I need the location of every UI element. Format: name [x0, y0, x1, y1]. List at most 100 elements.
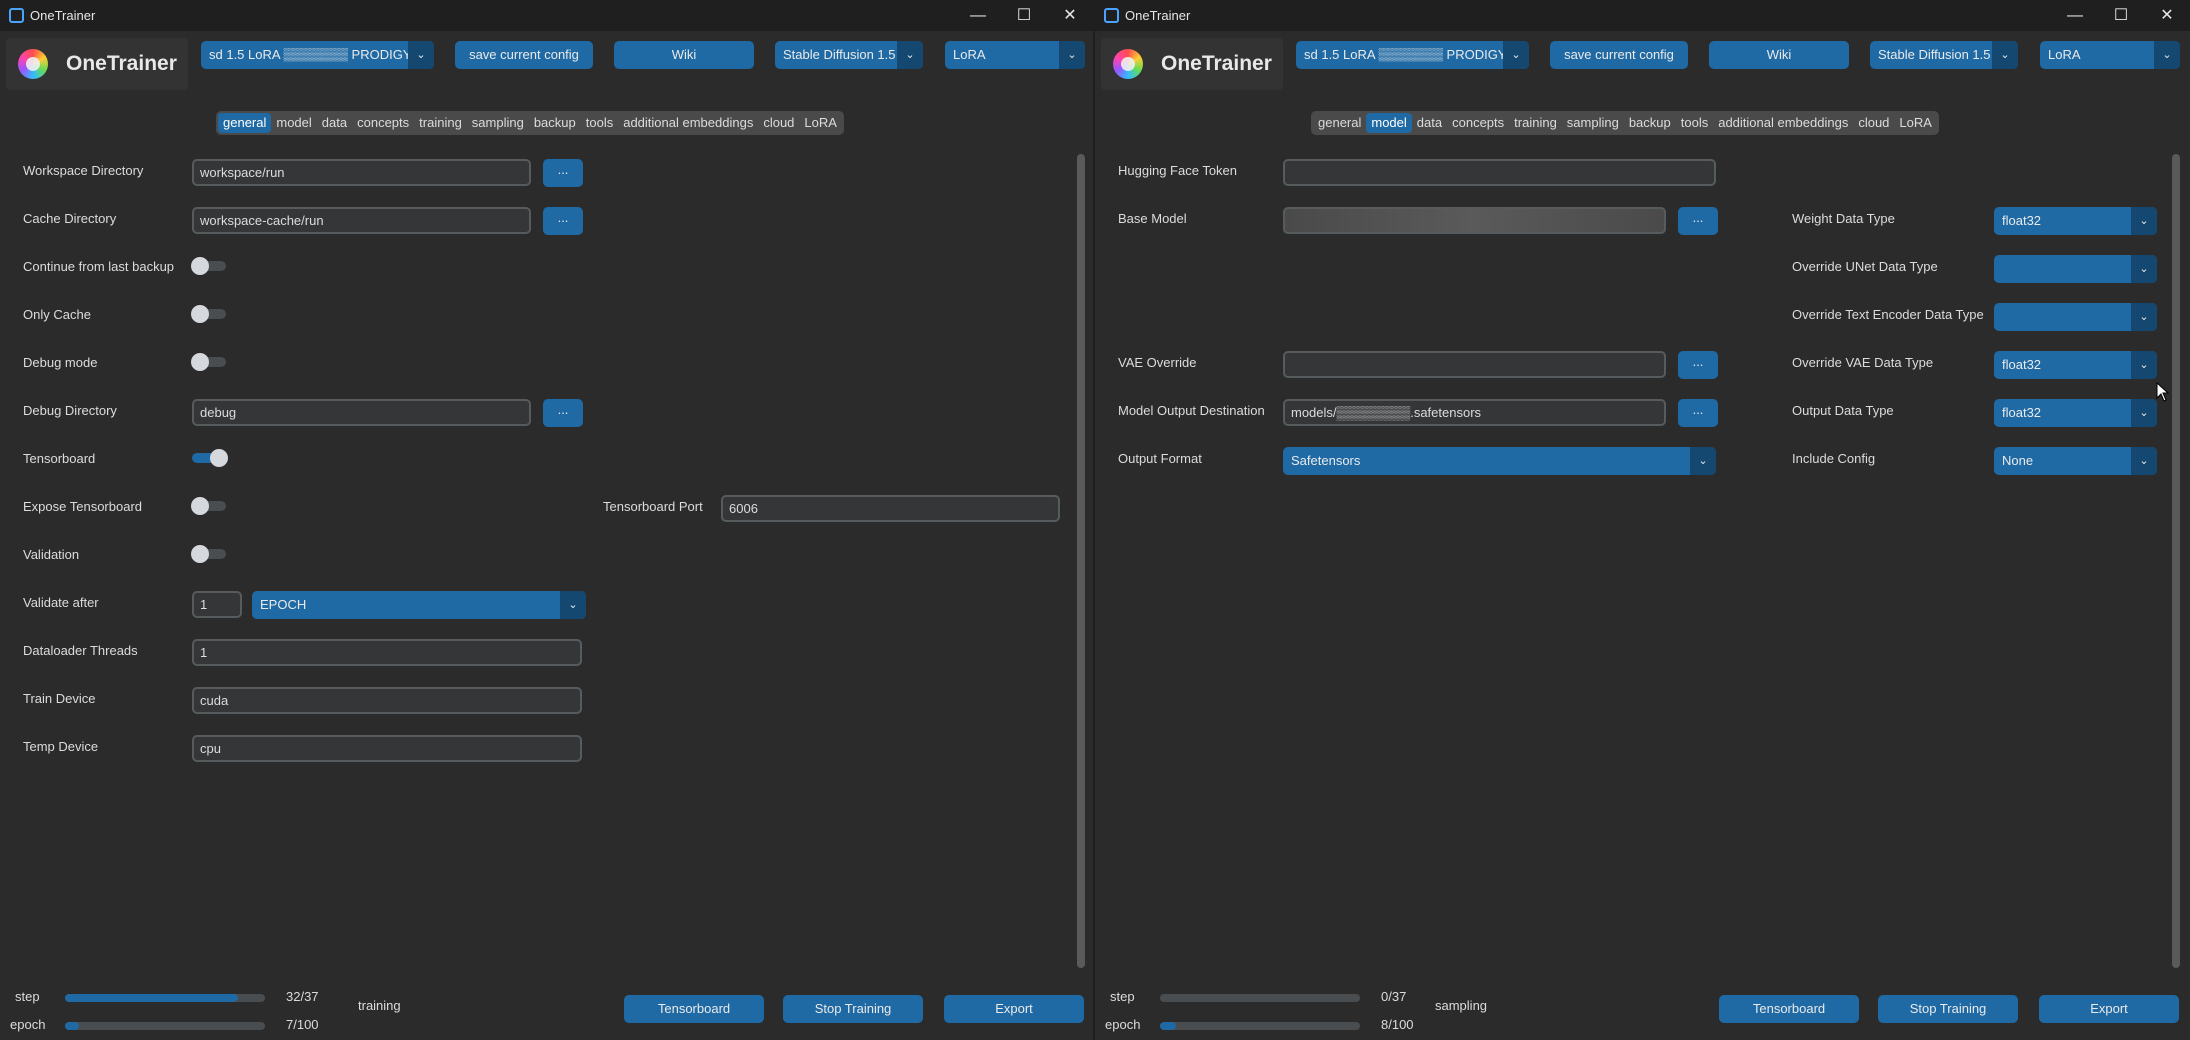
- export-button[interactable]: Export: [2039, 995, 2179, 1023]
- train-device-input[interactable]: cuda: [192, 687, 582, 714]
- temp-device-input[interactable]: cpu: [192, 735, 582, 762]
- validate-after-input[interactable]: 1: [192, 591, 242, 618]
- tab-sampling[interactable]: sampling: [1562, 113, 1624, 133]
- chevron-down-icon[interactable]: ⌄: [2131, 399, 2157, 427]
- chevron-down-icon[interactable]: ⌄: [1690, 447, 1716, 475]
- text-encoder-dtype-select[interactable]: ⌄: [1994, 303, 2157, 331]
- step-count: 32/37: [286, 989, 319, 1004]
- tab-data[interactable]: data: [1412, 113, 1447, 133]
- maximize-icon[interactable]: ☐: [2098, 0, 2144, 31]
- chevron-down-icon[interactable]: ⌄: [2131, 207, 2157, 235]
- output-destination-input[interactable]: models/▒▒▒▒▒▒▒▒.safetensors: [1283, 399, 1666, 426]
- stop-training-button[interactable]: Stop Training: [783, 995, 923, 1023]
- cache-directory-input[interactable]: workspace-cache/run: [192, 207, 531, 234]
- debug-directory-input[interactable]: debug: [192, 399, 531, 426]
- export-button[interactable]: Export: [944, 995, 1084, 1023]
- output-dtype-value: float32: [2002, 405, 2042, 420]
- workspace-browse-button[interactable]: ...: [543, 159, 583, 187]
- hf-token-input[interactable]: [1283, 159, 1716, 186]
- save-config-button[interactable]: save current config: [1550, 41, 1688, 69]
- debug-browse-button[interactable]: ...: [543, 399, 583, 427]
- chevron-down-icon[interactable]: ⌄: [897, 41, 923, 69]
- tab-training[interactable]: training: [414, 113, 467, 133]
- close-icon[interactable]: ✕: [2144, 0, 2190, 31]
- vae-dtype-select[interactable]: float32 ⌄: [1994, 351, 2157, 379]
- model-type-select[interactable]: Stable Diffusion 1.5 ⌄: [775, 41, 923, 69]
- only-cache-toggle[interactable]: [191, 305, 228, 323]
- training-method-select[interactable]: LoRA ⌄: [945, 41, 1085, 69]
- chevron-down-icon[interactable]: ⌄: [2131, 255, 2157, 283]
- base-model-input[interactable]: [1283, 207, 1666, 234]
- epoch-label: epoch: [1105, 1017, 1141, 1032]
- tab-model[interactable]: model: [1366, 113, 1412, 133]
- chevron-down-icon[interactable]: ⌄: [2131, 447, 2157, 475]
- tab-general[interactable]: general: [1313, 113, 1366, 133]
- wiki-button[interactable]: Wiki: [614, 41, 754, 69]
- include-config-select[interactable]: None ⌄: [1994, 447, 2157, 475]
- tab-concepts[interactable]: concepts: [352, 113, 414, 133]
- minimize-icon[interactable]: —: [2052, 0, 2098, 31]
- save-config-button[interactable]: save current config: [455, 41, 593, 69]
- tab-sampling[interactable]: sampling: [467, 113, 529, 133]
- minimize-icon[interactable]: —: [955, 0, 1001, 31]
- tab-backup[interactable]: backup: [529, 113, 581, 133]
- tab-lora[interactable]: LoRA: [799, 113, 842, 133]
- close-icon[interactable]: ✕: [1047, 0, 1093, 31]
- tab-additional-embeddings[interactable]: additional embeddings: [618, 113, 758, 133]
- chevron-down-icon[interactable]: ⌄: [2131, 303, 2157, 331]
- debug-mode-toggle[interactable]: [191, 353, 228, 371]
- tab-general[interactable]: general: [218, 113, 272, 133]
- dataloader-threads-input[interactable]: 1: [192, 639, 582, 666]
- continue-backup-toggle[interactable]: [191, 257, 228, 275]
- output-browse-button[interactable]: ...: [1678, 399, 1718, 427]
- tab-lora[interactable]: LoRA: [1894, 113, 1937, 133]
- training-method-select[interactable]: LoRA ⌄: [2040, 41, 2180, 69]
- tensorboard-button[interactable]: Tensorboard: [624, 995, 764, 1023]
- output-dtype-select[interactable]: float32 ⌄: [1994, 399, 2157, 427]
- titlebar[interactable]: OneTrainer — ☐ ✕: [0, 0, 1093, 31]
- training-status: training: [358, 998, 401, 1013]
- workspace-directory-input[interactable]: workspace/run: [192, 159, 531, 186]
- validate-after-unit-select[interactable]: EPOCH ⌄: [252, 591, 586, 619]
- chevron-down-icon[interactable]: ⌄: [1059, 41, 1085, 69]
- tensorboard-button[interactable]: Tensorboard: [1719, 995, 1859, 1023]
- tab-cloud[interactable]: cloud: [1853, 113, 1894, 133]
- wiki-button[interactable]: Wiki: [1709, 41, 1849, 69]
- unet-dtype-select[interactable]: ⌄: [1994, 255, 2157, 283]
- config-select[interactable]: sd 1.5 LoRA ▒▒▒▒▒▒▒ PRODIGY ⌄: [201, 41, 434, 69]
- tab-data[interactable]: data: [317, 113, 352, 133]
- tab-cloud[interactable]: cloud: [758, 113, 799, 133]
- tab-backup[interactable]: backup: [1624, 113, 1676, 133]
- tab-tools[interactable]: tools: [1676, 113, 1713, 133]
- tensorboard-port-input[interactable]: 6006: [721, 495, 1060, 522]
- tab-training[interactable]: training: [1509, 113, 1562, 133]
- chevron-down-icon[interactable]: ⌄: [2131, 351, 2157, 379]
- tab-model[interactable]: model: [271, 113, 316, 133]
- tab-additional-embeddings[interactable]: additional embeddings: [1713, 113, 1853, 133]
- tab-concepts[interactable]: concepts: [1447, 113, 1509, 133]
- weight-dtype-select[interactable]: float32 ⌄: [1994, 207, 2157, 235]
- validation-toggle[interactable]: [191, 545, 228, 563]
- output-format-select[interactable]: Safetensors ⌄: [1283, 447, 1716, 475]
- maximize-icon[interactable]: ☐: [1001, 0, 1047, 31]
- epoch-progress-fill: [1160, 1022, 1176, 1030]
- stop-training-button[interactable]: Stop Training: [1878, 995, 2018, 1023]
- chevron-down-icon[interactable]: ⌄: [2154, 41, 2180, 69]
- tab-tools[interactable]: tools: [581, 113, 618, 133]
- chevron-down-icon[interactable]: ⌄: [1503, 41, 1529, 69]
- config-select[interactable]: sd 1.5 LoRA ▒▒▒▒▒▒▒ PRODIGY ⌄: [1296, 41, 1529, 69]
- model-type-value: Stable Diffusion 1.5: [783, 47, 896, 62]
- vae-override-input[interactable]: [1283, 351, 1666, 378]
- chevron-down-icon[interactable]: ⌄: [1992, 41, 2018, 69]
- vae-browse-button[interactable]: ...: [1678, 351, 1718, 379]
- tensorboard-toggle[interactable]: [192, 449, 228, 467]
- model-type-select[interactable]: Stable Diffusion 1.5 ⌄: [1870, 41, 2018, 69]
- expose-tensorboard-toggle[interactable]: [191, 497, 228, 515]
- scrollbar[interactable]: [1077, 154, 1085, 968]
- chevron-down-icon[interactable]: ⌄: [560, 591, 586, 619]
- cache-browse-button[interactable]: ...: [543, 207, 583, 235]
- chevron-down-icon[interactable]: ⌄: [408, 41, 434, 69]
- base-model-browse-button[interactable]: ...: [1678, 207, 1718, 235]
- titlebar[interactable]: OneTrainer — ☐ ✕: [1095, 0, 2190, 31]
- scrollbar[interactable]: [2172, 154, 2180, 968]
